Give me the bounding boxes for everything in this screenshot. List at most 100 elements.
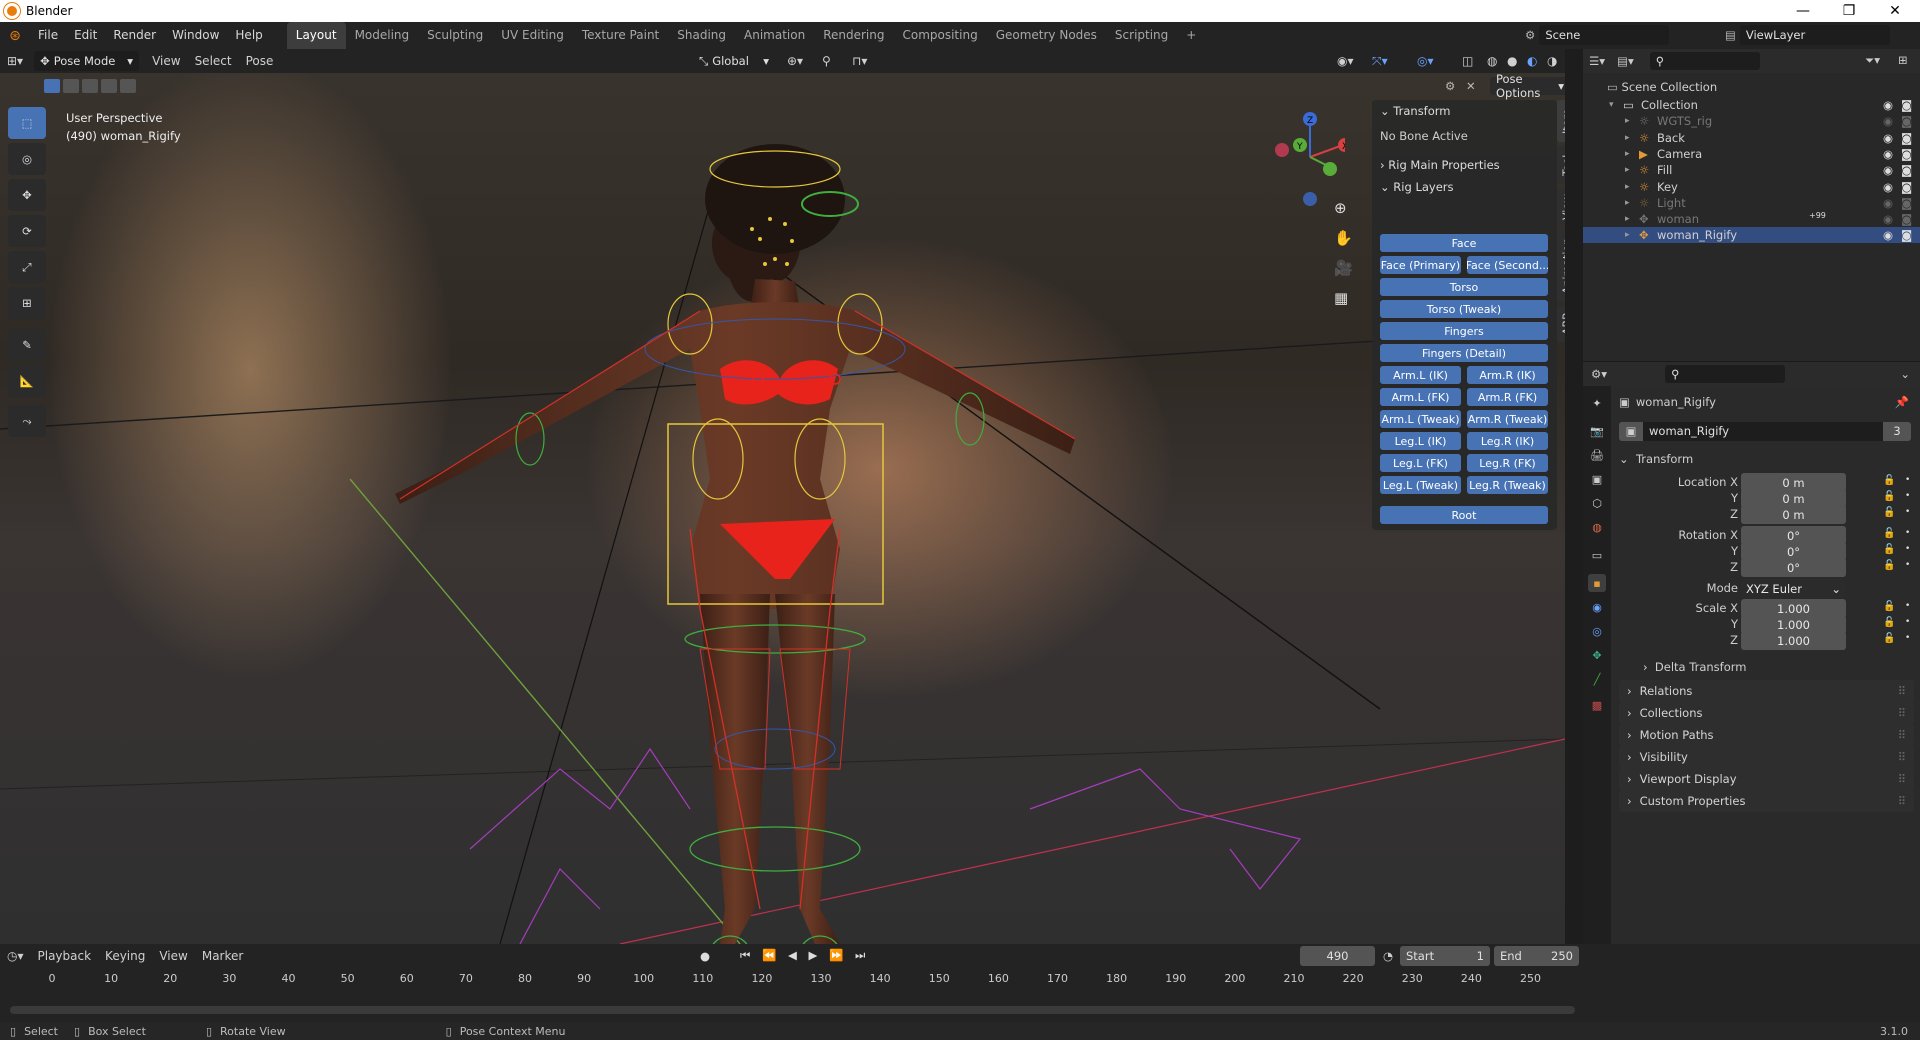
keyframe-dot-icon[interactable]: •: [1905, 528, 1910, 538]
rotate-tool[interactable]: ⟳: [8, 215, 46, 247]
collection-tab-icon[interactable]: ▭: [1588, 546, 1606, 564]
character-woman[interactable]: [395, 144, 1075, 944]
select-intersect-icon[interactable]: [120, 79, 136, 93]
outliner-scene-collection[interactable]: ▭ Scene Collection: [1583, 77, 1920, 97]
drag-handle-icon[interactable]: ⠿: [1898, 750, 1906, 764]
timeline-menu-keying[interactable]: Keying: [98, 944, 152, 968]
pivot-icon[interactable]: ⊕▾: [780, 49, 810, 73]
expand-arrow-icon[interactable]: ▸: [1625, 133, 1630, 143]
eye-icon[interactable]: ◉: [1883, 98, 1893, 112]
transform-panel-header[interactable]: ⌄ Transform: [1372, 100, 1557, 122]
keyframe-dot-icon[interactable]: •: [1905, 475, 1910, 485]
annotate-tool[interactable]: ✎: [8, 329, 46, 361]
rig-layer-arm-l-ik[interactable]: Arm.L (IK): [1380, 366, 1461, 384]
timeline-menu-view[interactable]: View: [152, 944, 194, 968]
bone-tab-icon[interactable]: ╱: [1588, 670, 1606, 688]
drag-handle-icon[interactable]: ⠿: [1898, 794, 1906, 808]
rig-layer-root[interactable]: Root: [1380, 506, 1548, 524]
expand-arrow-icon[interactable]: ▸: [1625, 165, 1630, 175]
editor-type-icon[interactable]: ⚙▾: [1583, 367, 1615, 381]
render-camera-icon[interactable]: ◙: [1901, 147, 1912, 161]
menu-window[interactable]: Window: [164, 22, 227, 49]
render-camera-icon[interactable]: ◙: [1901, 228, 1912, 242]
orientation-selector[interactable]: ⤡ Global ▾: [693, 51, 775, 71]
expand-arrow-icon[interactable]: ▾: [1609, 100, 1614, 110]
expand-arrow-icon[interactable]: ▸: [1625, 198, 1630, 208]
select-new-icon[interactable]: [44, 79, 60, 93]
start-frame-field[interactable]: Start 1: [1400, 946, 1490, 966]
timeline-menu-marker[interactable]: Marker: [195, 944, 250, 968]
outliner-item-woman-rigify[interactable]: ▸ ✥ woman_Rigify ◉ ◙: [1583, 227, 1920, 244]
section-collections[interactable]: › Collections ⠿: [1619, 702, 1914, 724]
users-count[interactable]: 3: [1883, 421, 1911, 441]
select-box-tool[interactable]: ⬚: [8, 107, 46, 139]
gizmo-toggle-icon[interactable]: ⤧▾: [1365, 49, 1395, 73]
expand-arrow-icon[interactable]: ▸: [1625, 149, 1630, 159]
outliner-item-key[interactable]: ▸ ☼ Key ◉ ◙: [1583, 179, 1920, 195]
tab-animation[interactable]: Animation: [735, 22, 814, 49]
pin-icon[interactable]: 📌: [1895, 395, 1909, 409]
close-icon[interactable]: ✕: [1872, 0, 1918, 22]
lock-icon[interactable]: 🔓: [1883, 528, 1895, 539]
tab-uv-editing[interactable]: UV Editing: [492, 22, 573, 49]
tab-arp[interactable]: ARP: [1557, 306, 1565, 342]
tab-animation[interactable]: Animation: [1557, 230, 1565, 302]
editor-type-icon[interactable]: ⊞▾: [0, 49, 30, 73]
rig-layer-face-primary[interactable]: Face (Primary): [1380, 256, 1461, 274]
zoom-icon[interactable]: ⊕: [1334, 199, 1347, 217]
section-custom-properties[interactable]: › Custom Properties ⠿: [1619, 790, 1914, 812]
expand-arrow-icon[interactable]: ▸: [1625, 214, 1630, 224]
render-camera-icon[interactable]: ◙: [1901, 212, 1912, 226]
visibility-icon[interactable]: ◉▾: [1330, 49, 1361, 73]
eye-icon[interactable]: ◉: [1883, 196, 1893, 210]
menu-render[interactable]: Render: [105, 22, 164, 49]
filter-icon[interactable]: ⏷▾: [1865, 53, 1880, 68]
render-camera-icon[interactable]: ◙: [1901, 114, 1912, 128]
drag-handle-icon[interactable]: ⠿: [1898, 706, 1906, 720]
tab-shading[interactable]: Shading: [668, 22, 735, 49]
current-frame-field[interactable]: 490: [1300, 946, 1375, 966]
outliner-item-fill[interactable]: ▸ ☼ Fill ◉ ◙: [1583, 162, 1920, 178]
expand-arrow-icon[interactable]: ▸: [1625, 116, 1630, 126]
viewlayer-selector[interactable]: ▤ ViewLayer: [1725, 25, 1915, 45]
section-visibility[interactable]: › Visibility ⠿: [1619, 746, 1914, 768]
object-name-field[interactable]: woman_Rigify: [1643, 421, 1883, 441]
3d-viewport[interactable]: ⊞▾ ✥ Pose Mode ▾ View Select Pose ⤡ Global…: [0, 49, 1565, 944]
tab-sculpting[interactable]: Sculpting: [418, 22, 492, 49]
eye-icon[interactable]: ◉: [1883, 163, 1893, 177]
tab-layout[interactable]: Layout: [286, 22, 346, 49]
rig-layer-leg-r-ik[interactable]: Leg.R (IK): [1467, 432, 1548, 450]
outliner-item-collection[interactable]: ▾ ▭ Collection ◉ ◙: [1583, 97, 1920, 113]
outliner-item-light[interactable]: ▸ ☼ Light ◉ ◙: [1583, 195, 1920, 211]
rig-layer-leg-r-tweak[interactable]: Leg.R (Tweak): [1467, 476, 1548, 494]
outliner-item-camera[interactable]: ▸ ▶ Camera ◉ ◙: [1583, 146, 1920, 162]
physics-tab-icon[interactable]: ◎: [1588, 622, 1606, 640]
location-z-field[interactable]: 0 m: [1741, 505, 1846, 524]
keyframe-dot-icon[interactable]: •: [1905, 633, 1910, 643]
expand-arrow-icon[interactable]: ▸: [1625, 182, 1630, 192]
datablock-selector[interactable]: ▣ woman_Rigify 3: [1619, 421, 1911, 441]
rig-layer-torso[interactable]: Torso: [1380, 278, 1548, 296]
drag-handle-icon[interactable]: ⠿: [1898, 728, 1906, 742]
rig-layer-arm-r-fk[interactable]: Arm.R (FK): [1467, 388, 1548, 406]
rig-layer-fingers[interactable]: Fingers: [1380, 322, 1548, 340]
viewport-menu-pose[interactable]: Pose: [239, 49, 281, 73]
rig-layer-face[interactable]: Face: [1380, 234, 1548, 252]
lock-icon[interactable]: 🔓: [1883, 560, 1895, 571]
lock-icon[interactable]: 🔓: [1883, 544, 1895, 555]
keyframe-dot-icon[interactable]: •: [1905, 601, 1910, 611]
proportional-edit-icon[interactable]: ⊓▾: [845, 49, 874, 73]
measure-tool[interactable]: 📐: [8, 365, 46, 397]
eye-icon[interactable]: ◉: [1883, 180, 1893, 194]
object-browse-icon[interactable]: ▣: [1619, 421, 1643, 441]
render-camera-icon[interactable]: ◙: [1901, 180, 1912, 194]
chevron-down-icon[interactable]: ⌄: [1900, 367, 1910, 381]
rig-layer-arm-l-tweak[interactable]: Arm.L (Tweak): [1380, 410, 1461, 428]
rig-layer-leg-r-fk[interactable]: Leg.R (FK): [1467, 454, 1548, 472]
lock-icon[interactable]: 🔓: [1883, 507, 1895, 518]
tab-geometry-nodes[interactable]: Geometry Nodes: [987, 22, 1106, 49]
mode-selector[interactable]: ✥ Pose Mode ▾: [34, 51, 140, 71]
menu-help[interactable]: Help: [227, 22, 270, 49]
eye-icon[interactable]: ◉: [1883, 147, 1893, 161]
add-workspace-button[interactable]: +: [1177, 22, 1205, 49]
